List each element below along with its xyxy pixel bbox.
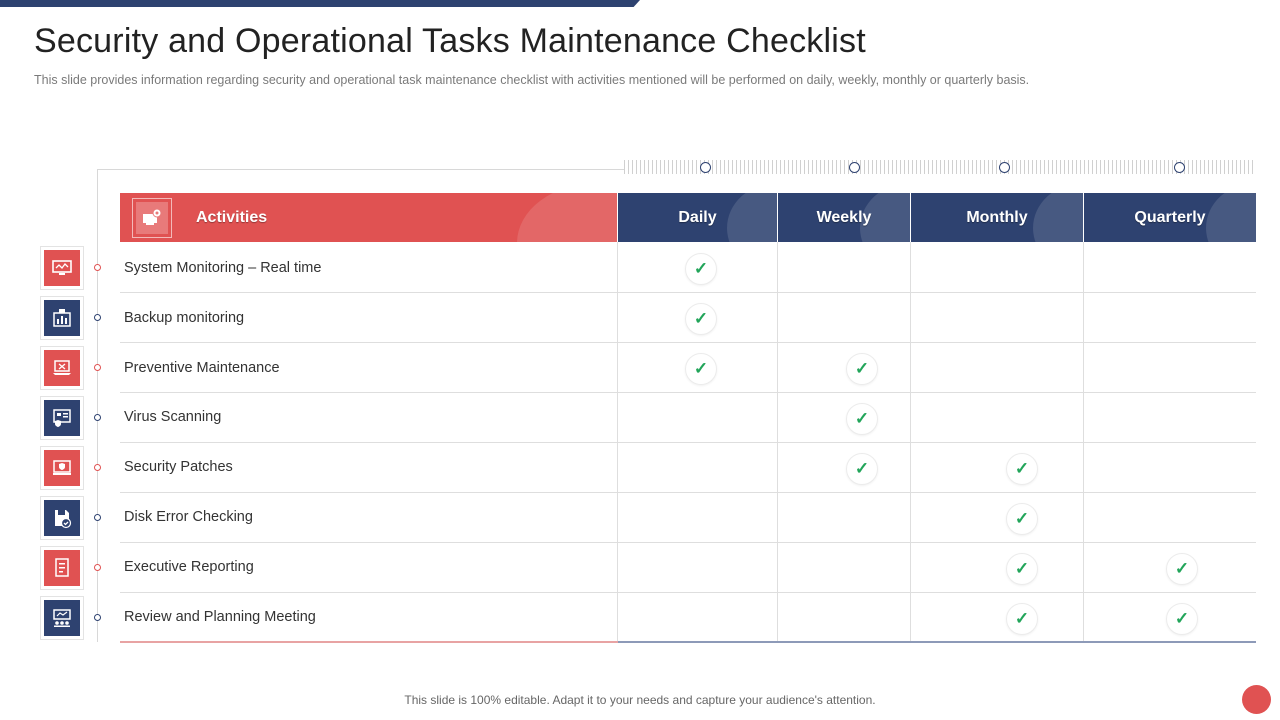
header-activities: Activities xyxy=(120,193,617,242)
checkmark-icon: ✓ xyxy=(1166,603,1198,635)
row-divider xyxy=(120,292,1256,293)
activity-label: Preventive Maintenance xyxy=(124,360,280,376)
activity-label: Security Patches xyxy=(124,459,233,475)
table-bottom-border-blue xyxy=(618,641,1256,643)
dashed-rule xyxy=(624,160,1256,174)
checkmark-icon: ✓ xyxy=(1166,553,1198,585)
activity-label: System Monitoring – Real time xyxy=(124,260,322,276)
corner-decoration xyxy=(1242,685,1271,714)
column-divider xyxy=(1083,242,1084,642)
monthly-column-marker xyxy=(999,162,1010,173)
checkmark-icon: ✓ xyxy=(685,353,717,385)
building-chart-icon xyxy=(40,296,84,340)
activity-label: Review and Planning Meeting xyxy=(124,609,316,625)
computer-gear-icon xyxy=(136,201,168,234)
checkmark-icon: ✓ xyxy=(1006,503,1038,535)
meeting-board-icon xyxy=(40,596,84,640)
column-divider xyxy=(910,242,911,642)
activities-header-icon-frame xyxy=(132,197,172,238)
monitor-icon xyxy=(40,246,84,290)
header-weekly-label: Weekly xyxy=(816,208,872,226)
row-divider xyxy=(120,392,1256,393)
column-divider xyxy=(617,242,618,642)
header-monthly-label: Monthly xyxy=(966,208,1028,226)
header-quarterly-label: Quarterly xyxy=(1134,208,1206,226)
checkmark-icon: ✓ xyxy=(846,353,878,385)
checkmark-icon: ✓ xyxy=(1006,453,1038,485)
activity-label: Executive Reporting xyxy=(124,559,254,575)
checkmark-icon: ✓ xyxy=(1006,603,1038,635)
weekly-column-marker xyxy=(849,162,860,173)
activity-label: Backup monitoring xyxy=(124,310,245,326)
page-title: Security and Operational Tasks Maintenan… xyxy=(34,22,866,60)
connector-dot xyxy=(94,614,101,621)
table-bottom-border-red xyxy=(120,641,618,643)
header-quarterly: Quarterly xyxy=(1084,193,1256,242)
page-subtitle: This slide provides information regardin… xyxy=(34,73,1030,87)
footer-note: This slide is 100% editable. Adapt it to… xyxy=(404,693,876,707)
top-accent-bar xyxy=(0,0,640,7)
quarterly-column-marker xyxy=(1174,162,1185,173)
connector-dot xyxy=(94,514,101,521)
activity-label: Virus Scanning xyxy=(124,409,222,425)
row-divider xyxy=(120,592,1256,593)
header-weekly: Weekly xyxy=(778,193,910,242)
frame-left-line xyxy=(97,169,98,642)
header-daily-label: Daily xyxy=(678,208,717,226)
laptop-shield-icon xyxy=(40,446,84,490)
floppy-check-icon xyxy=(40,496,84,540)
connector-dot xyxy=(94,364,101,371)
connector-dot xyxy=(94,464,101,471)
checkmark-icon: ✓ xyxy=(685,253,717,285)
connector-dot xyxy=(94,414,101,421)
row-divider xyxy=(120,342,1256,343)
laptop-tools-icon xyxy=(40,346,84,390)
header-activities-label: Activities xyxy=(196,208,268,226)
checkmark-icon: ✓ xyxy=(685,303,717,335)
dashboard-shield-icon xyxy=(40,396,84,440)
header-daily: Daily xyxy=(618,193,777,242)
connector-dot xyxy=(94,264,101,271)
report-document-icon xyxy=(40,546,84,590)
checkmark-icon: ✓ xyxy=(846,403,878,435)
daily-column-marker xyxy=(700,162,711,173)
header-monthly: Monthly xyxy=(911,193,1083,242)
frame-top-line xyxy=(97,169,624,170)
connector-dot xyxy=(94,564,101,571)
row-divider xyxy=(120,442,1256,443)
checkmark-icon: ✓ xyxy=(1006,553,1038,585)
checkmark-icon: ✓ xyxy=(846,453,878,485)
activity-label: Disk Error Checking xyxy=(124,509,253,525)
connector-dot xyxy=(94,314,101,321)
column-divider xyxy=(777,242,778,642)
row-divider xyxy=(120,542,1256,543)
row-divider xyxy=(120,492,1256,493)
